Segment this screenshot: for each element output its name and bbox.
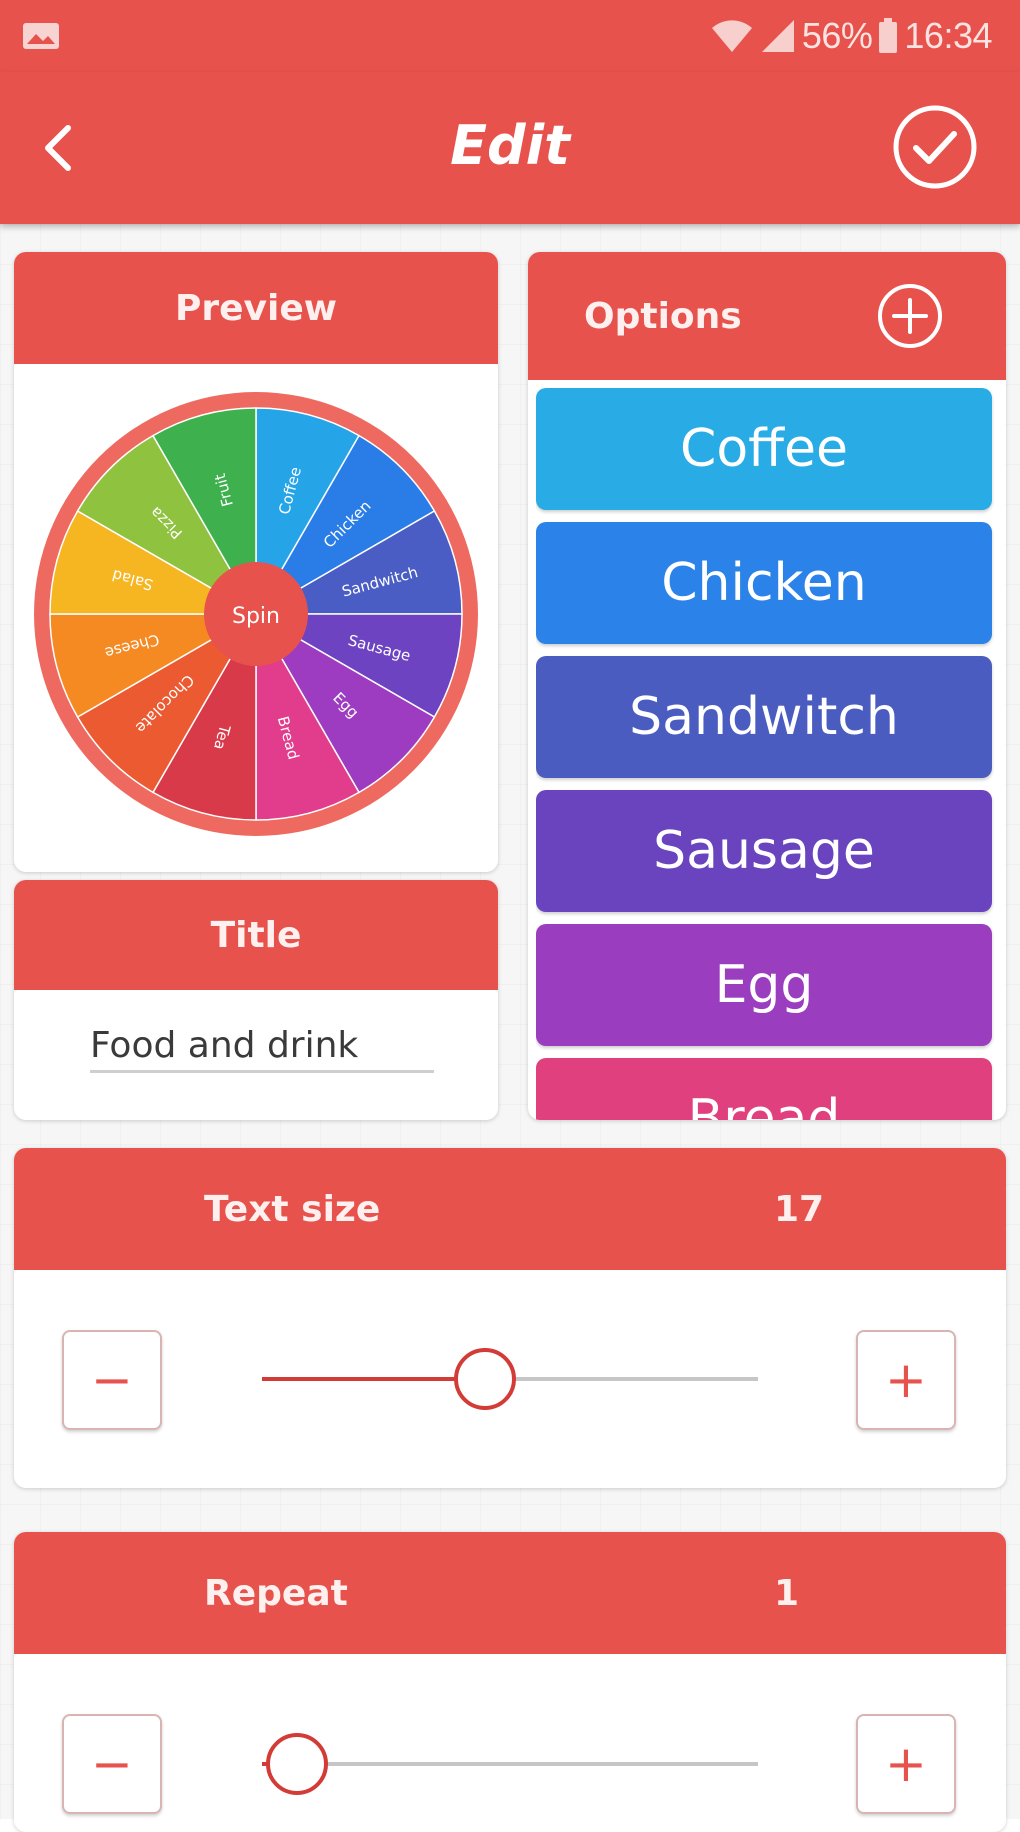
text-size-card: Text size 17 − + (14, 1148, 1006, 1488)
preview-header: Preview (14, 252, 498, 364)
title-input[interactable] (90, 1020, 434, 1073)
text-size-slider-fill (262, 1377, 486, 1381)
spin-wheel[interactable]: CoffeeChickenSandwitchSausageEggBreadTea… (32, 390, 480, 838)
text-size-slider-thumb[interactable] (454, 1348, 517, 1410)
options-header: Options (528, 252, 1006, 380)
text-size-value: 17 (774, 1188, 825, 1230)
options-list[interactable]: Coffee Chicken Sandwitch Sausage Egg Bread (536, 388, 998, 1120)
title-header: Title (14, 880, 498, 990)
option-item[interactable]: Chicken (536, 522, 992, 644)
option-item[interactable]: Coffee (536, 388, 992, 510)
add-option-button[interactable] (876, 282, 944, 350)
wifi-icon (711, 20, 752, 52)
signal-icon (761, 20, 794, 52)
options-card: Options Coffee Chicken Sandwitch Sausage Egg… (528, 252, 1006, 1120)
option-item[interactable]: Bread (536, 1058, 992, 1120)
text-size-slider[interactable] (262, 1348, 758, 1410)
save-button[interactable] (892, 104, 978, 190)
repeat-increase-button[interactable]: + (856, 1714, 956, 1814)
page-title: Edit (450, 114, 570, 177)
plus-circle-icon (878, 284, 942, 348)
clock: 16:34 (904, 15, 992, 56)
repeat-value: 1 (774, 1572, 800, 1614)
repeat-header: Repeat 1 (14, 1532, 1006, 1654)
text-size-label: Text size (204, 1188, 381, 1230)
title-card: Title (14, 880, 498, 1120)
repeat-slider-thumb[interactable] (265, 1733, 328, 1795)
option-item[interactable]: Sandwitch (536, 656, 992, 778)
image-icon (23, 23, 59, 49)
check-circle-icon (893, 105, 977, 189)
spin-label: Spin (232, 604, 280, 629)
text-size-header: Text size 17 (14, 1148, 1006, 1270)
preview-card: Preview Coffee Chicken Sandwitch Sausage Egg… (14, 252, 498, 872)
repeat-decrease-button[interactable]: − (62, 1714, 162, 1814)
status-bar: 56% 16:34 (0, 0, 1020, 72)
battery-icon (879, 18, 898, 53)
app-bar: Edit (0, 72, 1020, 224)
repeat-card: Repeat 1 − + (14, 1532, 1006, 1832)
repeat-label: Repeat (204, 1572, 348, 1614)
option-item[interactable]: Egg (536, 924, 992, 1046)
option-item[interactable]: Sausage (536, 790, 992, 912)
repeat-slider[interactable] (262, 1733, 758, 1795)
status-indicators: 56% 16:34 (710, 14, 992, 58)
text-size-decrease-button[interactable]: − (62, 1330, 162, 1430)
options-header-label: Options (584, 295, 742, 337)
text-size-increase-button[interactable]: + (856, 1330, 956, 1430)
battery-percent: 56% (801, 15, 873, 56)
